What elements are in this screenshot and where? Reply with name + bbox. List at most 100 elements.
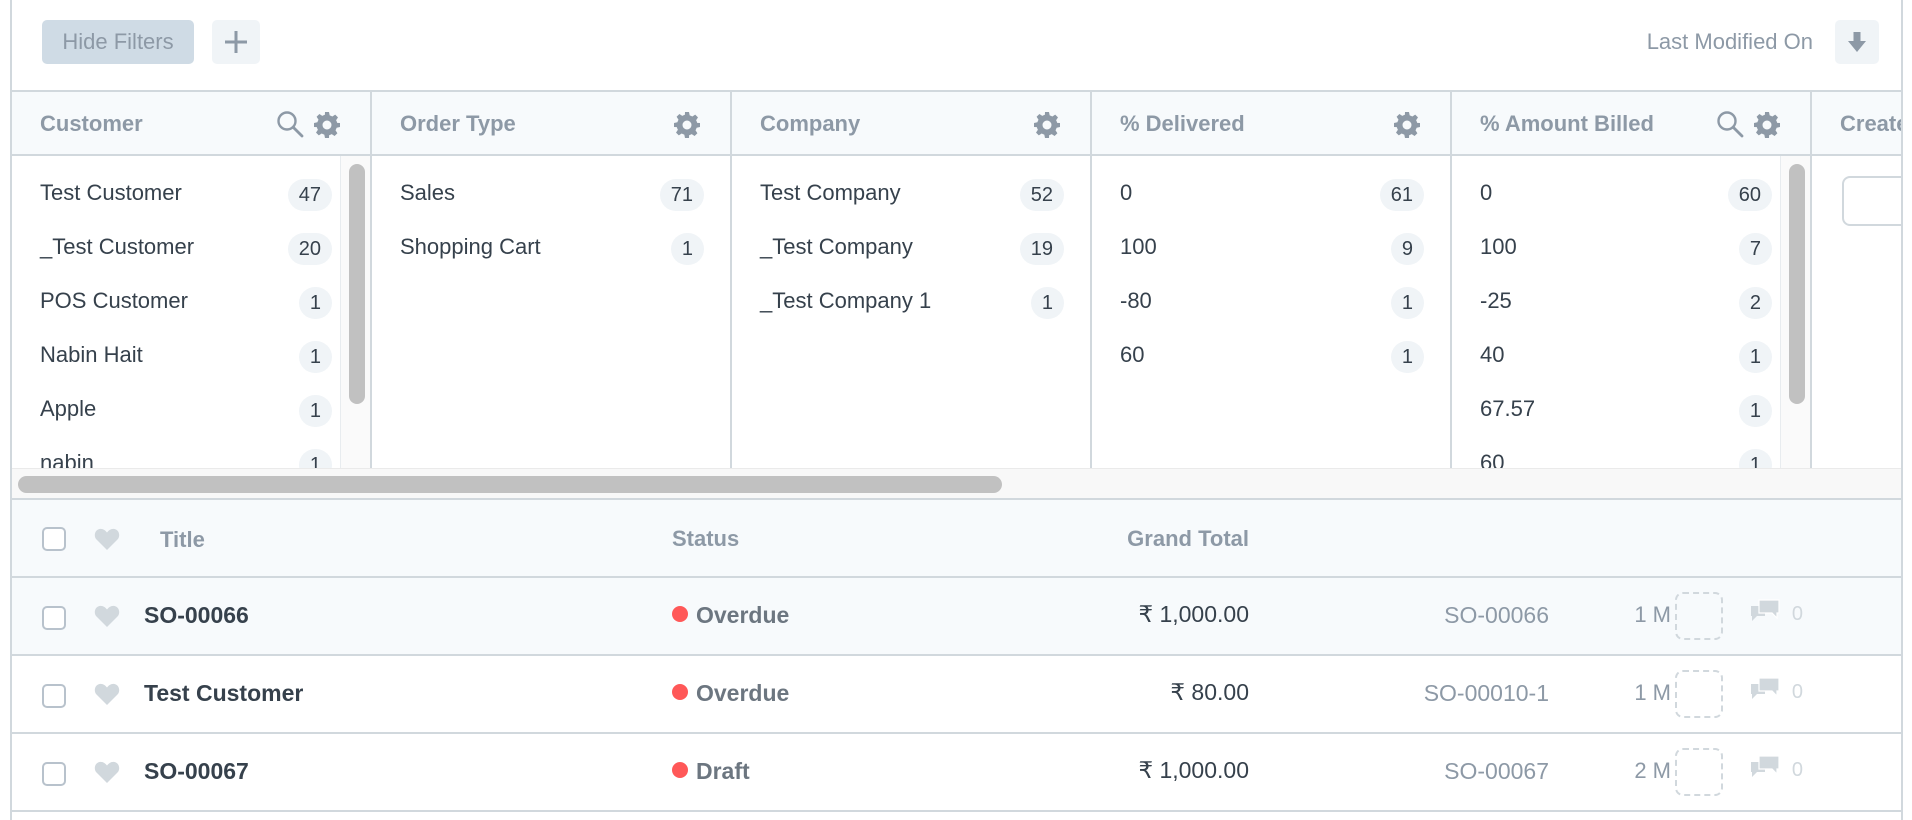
filter-column-title: Order Type [400, 111, 516, 136]
column-header-title: Title [160, 527, 205, 552]
sort-by-selector[interactable]: Last Modified On [1647, 20, 1813, 64]
filter-option-count: 1 [1738, 341, 1772, 373]
vertical-scrollbar[interactable] [340, 156, 370, 468]
filter-option[interactable]: Test Company 52 [760, 166, 1064, 220]
assign-avatar-placeholder[interactable] [1675, 592, 1723, 640]
filter-option[interactable]: 40 1 [1480, 328, 1772, 382]
heart-icon[interactable] [94, 527, 120, 551]
assign-avatar-placeholder[interactable] [1675, 748, 1723, 796]
filter-option-label: _Test Customer [40, 234, 195, 259]
filter-option-count: 7 [1738, 233, 1772, 265]
assign-avatar-placeholder[interactable] [1675, 670, 1723, 718]
filter-option[interactable]: -25 2 [1480, 274, 1772, 328]
search-icon[interactable] [276, 110, 304, 138]
list-row[interactable]: SO-00066 Overdue ₹ 1,000.00 SO-00066 1 M 0 [12, 578, 1901, 656]
search-icon[interactable] [1716, 110, 1744, 138]
comments-icon [1751, 599, 1780, 621]
filter-option-count: 1 [298, 395, 332, 427]
filter-option[interactable]: 0 61 [1120, 166, 1424, 220]
hide-filters-button[interactable]: Hide Filters [42, 20, 194, 64]
list-row[interactable]: Test Customer Overdue ₹ 80.00 SO-00010-1 1 M… [12, 656, 1901, 734]
filter-option-count: 2 [1738, 287, 1772, 319]
filter-option-label: _Test Company [760, 234, 913, 259]
gear-icon[interactable] [314, 112, 340, 138]
filter-option[interactable]: _Test Customer 20 [40, 220, 332, 274]
plus-icon [225, 31, 247, 53]
date-filter-input[interactable] [1842, 176, 1901, 226]
vertical-scrollbar-thumb[interactable] [1789, 164, 1805, 404]
row-checkbox[interactable] [42, 684, 66, 708]
row-checkbox[interactable] [42, 606, 66, 630]
filter-option[interactable]: 60 1 [1480, 436, 1772, 468]
select-all-checkbox[interactable] [42, 527, 66, 551]
horizontal-scrollbar[interactable] [12, 468, 1901, 500]
filter-column: Customer Test Customer 47 _Test Customer 20 P… [12, 92, 372, 468]
heart-icon[interactable] [94, 682, 120, 706]
heart-icon[interactable] [94, 760, 120, 784]
filter-option[interactable]: -80 1 [1120, 274, 1424, 328]
filter-option-count: 1 [298, 341, 332, 373]
comments-icon [1751, 677, 1780, 699]
row-document-name: SO-00010-1 [1423, 680, 1549, 706]
filter-column-header: Created On [1812, 92, 1901, 156]
filter-option-label: -80 [1120, 288, 1152, 313]
filter-option[interactable]: nabin 1 [40, 436, 332, 468]
vertical-scrollbar[interactable] [1780, 156, 1810, 468]
gear-icon[interactable] [1754, 112, 1780, 138]
filter-column-header: % Amount Billed [1452, 92, 1810, 156]
filter-option-count: 1 [1390, 341, 1424, 373]
gear-icon[interactable] [1034, 112, 1060, 138]
gear-icon[interactable] [674, 112, 700, 138]
heart-icon[interactable] [94, 604, 120, 628]
filter-option[interactable]: Test Customer 47 [40, 166, 332, 220]
row-modified-ago: 2 M [1634, 758, 1671, 783]
filter-options-list [1812, 156, 1901, 468]
status-label: Draft [696, 758, 750, 784]
row-title[interactable]: SO-00067 [144, 758, 249, 785]
filter-option[interactable]: 100 9 [1120, 220, 1424, 274]
filter-option[interactable]: Shopping Cart 1 [400, 220, 704, 274]
filter-option[interactable]: 60 1 [1120, 328, 1424, 382]
horizontal-scrollbar-thumb[interactable] [18, 476, 1002, 493]
filter-column-header: Company [732, 92, 1090, 156]
filter-option[interactable]: Sales 71 [400, 166, 704, 220]
filter-option-label: 0 [1480, 180, 1493, 205]
filter-option[interactable]: 100 7 [1480, 220, 1772, 274]
filter-option[interactable]: Nabin Hait 1 [40, 328, 332, 382]
row-grand-total: ₹ 1,000.00 [1138, 757, 1249, 783]
row-document-name: SO-00067 [1444, 758, 1549, 784]
filter-option[interactable]: _Test Company 19 [760, 220, 1064, 274]
filter-option-count: 1 [1390, 287, 1424, 319]
row-checkbox[interactable] [42, 762, 66, 786]
filter-option[interactable]: 67.57 1 [1480, 382, 1772, 436]
filter-option-count: 1 [670, 233, 704, 265]
filter-option[interactable]: 0 60 [1480, 166, 1772, 220]
filter-option-count: 1 [298, 449, 332, 468]
filter-option-count: 71 [659, 179, 704, 211]
filter-option[interactable]: _Test Company 1 1 [760, 274, 1064, 328]
row-title[interactable]: Test Customer [144, 680, 303, 707]
column-header-grand-total: Grand Total [1127, 526, 1249, 551]
row-status: Overdue [672, 602, 789, 629]
sort-order-button[interactable] [1835, 20, 1879, 64]
filter-options-list: 0 61 100 9 -80 1 60 1 [1092, 156, 1450, 468]
filter-options-list: Test Customer 47 _Test Customer 20 POS Custo… [12, 156, 370, 468]
filter-option-count: 47 [287, 179, 332, 211]
filter-option-count: 19 [1019, 233, 1064, 265]
add-filter-button[interactable] [212, 20, 260, 64]
row-modified-ago: 1 M [1634, 680, 1671, 705]
row-title[interactable]: SO-00066 [144, 602, 249, 629]
vertical-scrollbar-thumb[interactable] [349, 164, 365, 404]
filter-option-label: 60 [1480, 450, 1505, 468]
filter-column: Order Type Sales 71 Shopping Cart 1 [372, 92, 732, 468]
list-toolbar: Hide Filters Last Modified On [12, 0, 1901, 92]
gear-icon[interactable] [1394, 112, 1420, 138]
filter-option-label: Sales [400, 180, 456, 205]
filter-option-label: 100 [1120, 234, 1157, 259]
filter-option[interactable]: POS Customer 1 [40, 274, 332, 328]
filter-option-count: 61 [1379, 179, 1424, 211]
filter-column: % Amount Billed 0 60 100 7 -25 2 40 1 67.57 1 60 1 [1452, 92, 1812, 468]
list-row[interactable]: SO-00067 Draft ₹ 1,000.00 SO-00067 2 M 0 [12, 734, 1901, 812]
filter-option[interactable]: Apple 1 [40, 382, 332, 436]
filter-column-title: Company [760, 111, 861, 136]
